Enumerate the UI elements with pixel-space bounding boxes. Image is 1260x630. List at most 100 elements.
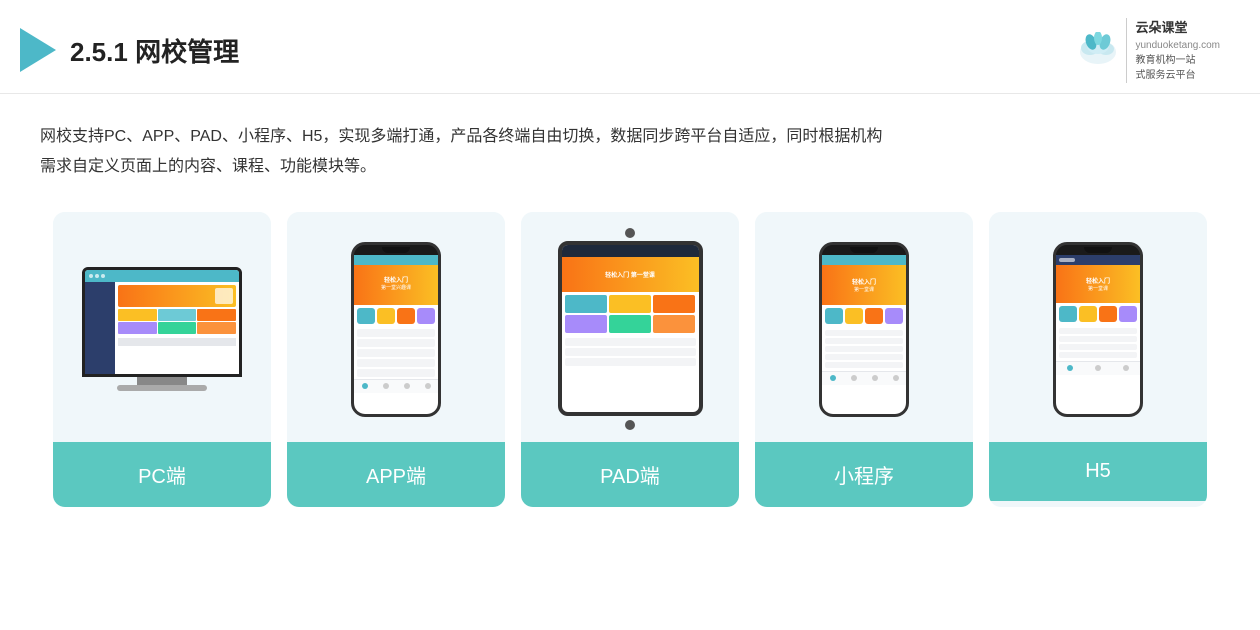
pc-content [85,282,239,374]
phone-body-mini: 轻松入门第一堂课 [819,242,909,417]
nav-dot [1123,365,1129,371]
page: 2.5.1 网校管理 [0,0,1260,630]
brand-name: 云朵课堂 [1135,18,1220,38]
h5-icon [1059,306,1077,322]
pc-topbar [85,270,239,282]
phone-notch-inner [382,247,410,253]
card-app: 轻松入门 第一堂兴趣课 [287,212,505,507]
nav-dot [1095,365,1101,371]
mini-icon [885,308,903,324]
tablet-mockup: 轻松入门 第一堂课 [558,225,703,433]
phone-status-bar [354,255,438,265]
nav-dot [872,375,878,381]
card-miniprogram-image: 轻松入门第一堂课 [755,212,973,442]
h5-phone-body: 轻松入门第一堂课 [1053,242,1143,417]
tablet-rows [562,336,699,368]
card-h5-label: H5 [989,442,1207,501]
tablet-grid-cell [653,295,695,313]
page-title: 2.5.1 网校管理 [70,32,239,69]
mini-list-item [825,354,903,360]
tablet-grid-cell [653,315,695,333]
pc-footer [118,338,236,346]
card-pad-label: PAD端 [521,442,739,507]
card-h5-image: 轻松入门第一堂课 [989,212,1207,442]
phone-status-bar-mini [822,255,906,265]
nav-dot [362,383,368,389]
miniprogram-phone-mockup: 轻松入门第一堂课 [819,242,909,417]
pc-screen [85,270,239,374]
mini-banner: 轻松入门第一堂课 [822,265,906,305]
description-block: 网校支持PC、APP、PAD、小程序、H5，实现多端打通，产品各终端自由切换，数… [0,94,1260,193]
h5-list-item [1059,352,1137,358]
tablet-grid-cell [565,315,607,333]
h5-phone-screen: 轻松入门第一堂课 [1056,255,1140,414]
list-item [357,329,435,337]
mini-list-item [825,362,903,368]
nav-dot [893,375,899,381]
nav-dot [383,383,389,389]
h5-icon [1119,306,1137,322]
h5-list-item [1059,328,1137,334]
pc-dot [95,274,99,278]
h5-address-bar [1059,258,1075,262]
card-app-label: APP端 [287,442,505,507]
h5-icon [1079,306,1097,322]
h5-phone-notch [1056,245,1140,255]
phone-screen: 轻松入门 第一堂兴趣课 [354,255,438,414]
app-icon [417,308,435,324]
pc-grid-item [158,322,197,334]
app-icon [357,308,375,324]
mini-icon [825,308,843,324]
phone-notch-inner-mini [850,247,878,253]
tablet-grid-cell [609,315,651,333]
mini-bottom-nav [822,371,906,385]
pc-main [115,282,239,374]
logo-triangle-icon [20,28,56,72]
nav-dot [1067,365,1073,371]
phone-notch [354,245,438,255]
app-icon [377,308,395,324]
nav-dot [425,383,431,389]
tablet-row [565,338,696,346]
mini-list-item [825,338,903,344]
phone-body: 轻松入门 第一堂兴趣课 [351,242,441,417]
pc-base [117,385,207,391]
brand-slogan: 教育机构一站 式服务云平台 [1135,53,1220,83]
phone-list [354,327,438,379]
pc-grid [118,309,236,334]
header: 2.5.1 网校管理 [0,0,1260,94]
tablet-home-btn [625,228,635,238]
h5-list-item [1059,336,1137,342]
tablet-screen: 轻松入门 第一堂课 [562,245,699,412]
mini-list-item [825,346,903,352]
tablet-body: 轻松入门 第一堂课 [558,241,703,416]
pc-dot [89,274,93,278]
pc-grid-item [158,309,197,321]
card-pc: PC端 [53,212,271,507]
card-pc-label: PC端 [53,442,271,507]
pc-dot [101,274,105,278]
h5-banner: 轻松入门第一堂课 [1056,265,1140,303]
tablet-grid-cell [609,295,651,313]
phone-icons-row [354,305,438,327]
list-item [357,339,435,347]
mini-icons-row [822,305,906,327]
nav-dot [830,375,836,381]
pc-sidebar [85,282,115,374]
cards-section: PC端 轻松入门 第一堂兴趣课 [0,192,1260,537]
pc-mockup [82,267,242,391]
description-text: 网校支持PC、APP、PAD、小程序、H5，实现多端打通，产品各终端自由切换，数… [40,122,1220,183]
tablet-row [565,348,696,356]
card-pad-image: 轻松入门 第一堂课 [521,212,739,442]
pc-banner [118,285,236,307]
header-left: 2.5.1 网校管理 [20,28,239,72]
card-miniprogram: 轻松入门第一堂课 [755,212,973,507]
pc-grid-item [118,322,157,334]
tablet-topbar [562,245,699,257]
tablet-grid [562,292,699,336]
tablet-banner: 轻松入门 第一堂课 [562,257,699,292]
h5-icons-row [1056,303,1140,325]
mini-icon [845,308,863,324]
list-item [357,349,435,357]
card-pc-image [53,212,271,442]
